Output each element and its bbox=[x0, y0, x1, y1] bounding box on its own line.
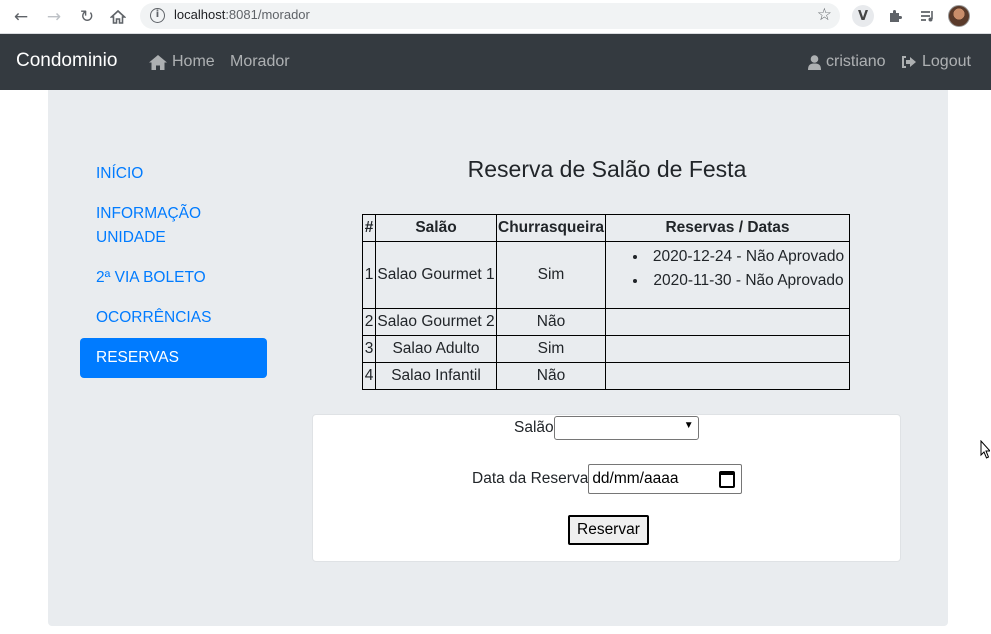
brand-logo[interactable]: Condominio bbox=[16, 50, 117, 72]
vue-devtools-extension-icon[interactable]: V bbox=[852, 5, 874, 27]
url-text: localhost:8081/morador bbox=[174, 7, 310, 22]
page-title: Reserva de Salão de Festa bbox=[467, 156, 747, 182]
reservation-form: Salão ▼ Data da Reserva dd/mm/aaaa Reser… bbox=[312, 414, 901, 562]
list-item: 2020-12-24 - Não Aprovado bbox=[648, 245, 849, 269]
sidebar-item-2via-boleto[interactable]: 2ª VIA BOLETO bbox=[80, 266, 267, 290]
chevron-down-icon: ▼ bbox=[683, 420, 694, 431]
sidebar-item-reservas[interactable]: RESERVAS bbox=[80, 338, 267, 378]
cell-reservas bbox=[605, 362, 850, 390]
nav-logout[interactable]: Logout bbox=[901, 53, 971, 71]
cell-reservas: 2020-12-24 - Não Aprovado 2020-11-30 - N… bbox=[605, 241, 850, 309]
salao-select[interactable]: ▼ bbox=[553, 416, 699, 440]
col-header-churrasqueira: Churrasqueira bbox=[496, 214, 606, 242]
mouse-cursor-icon bbox=[980, 440, 990, 459]
back-arrow-icon[interactable]: ← bbox=[8, 4, 34, 30]
cell-num: 4 bbox=[362, 362, 376, 390]
salao-field-row: Salão ▼ bbox=[514, 416, 699, 440]
cell-churrasqueira: Não bbox=[496, 362, 606, 390]
user-icon bbox=[808, 54, 821, 70]
calendar-icon[interactable] bbox=[719, 471, 736, 488]
browser-toolbar: ← → ↻ i localhost:8081/morador ☆ V bbox=[0, 0, 991, 34]
home-icon bbox=[149, 54, 167, 70]
reservation-list: 2020-12-24 - Não Aprovado 2020-11-30 - N… bbox=[606, 245, 849, 293]
bookmark-star-icon[interactable]: ☆ bbox=[817, 5, 832, 25]
nav-logout-label: Logout bbox=[922, 53, 971, 70]
media-queue-icon[interactable] bbox=[916, 5, 938, 27]
nav-home-label: Home bbox=[172, 53, 215, 70]
cell-salao: Salao Adulto bbox=[375, 335, 497, 363]
cell-reservas bbox=[605, 308, 850, 336]
cell-salao: Salao Gourmet 1 bbox=[375, 241, 497, 309]
sidebar-item-ocorrencias[interactable]: OCORRÊNCIAS bbox=[80, 306, 267, 330]
cell-churrasqueira: Sim bbox=[496, 241, 606, 309]
cell-num: 3 bbox=[362, 335, 376, 363]
nav-home[interactable]: Home bbox=[149, 53, 215, 71]
col-header-num: # bbox=[362, 214, 376, 242]
sidebar-item-inicio[interactable]: INÍCIO bbox=[80, 162, 267, 186]
table-row: 3 Salao Adulto Sim bbox=[362, 335, 850, 363]
cell-num: 2 bbox=[362, 308, 376, 336]
table-row: 4 Salao Infantil Não bbox=[362, 362, 850, 390]
nav-morador[interactable]: Morador bbox=[230, 53, 290, 71]
extensions-puzzle-icon[interactable] bbox=[884, 5, 906, 27]
reload-icon[interactable]: ↻ bbox=[74, 4, 100, 30]
cell-reservas bbox=[605, 335, 850, 363]
col-header-reservas: Reservas / Datas bbox=[605, 214, 850, 242]
cell-salao: Salao Gourmet 2 bbox=[375, 308, 497, 336]
table-header-row: # Salão Churrasqueira Reservas / Datas bbox=[362, 214, 850, 242]
site-info-icon[interactable]: i bbox=[150, 8, 165, 23]
salao-label: Salão bbox=[514, 419, 554, 436]
nav-user[interactable]: cristiano bbox=[808, 53, 886, 71]
cell-churrasqueira: Não bbox=[496, 308, 606, 336]
date-label: Data da Reserva bbox=[472, 470, 589, 487]
home-icon[interactable] bbox=[105, 4, 131, 30]
main-panel: INÍCIO INFORMAÇÃO UNIDADE 2ª VIA BOLETO … bbox=[48, 90, 948, 626]
table-row: 2 Salao Gourmet 2 Não bbox=[362, 308, 850, 336]
sidebar-item-informacao-unidade[interactable]: INFORMAÇÃO UNIDADE bbox=[80, 202, 267, 250]
list-item: 2020-11-30 - Não Aprovado bbox=[648, 269, 849, 293]
logout-icon bbox=[902, 56, 916, 68]
profile-avatar[interactable] bbox=[948, 5, 970, 27]
nav-user-label: cristiano bbox=[826, 53, 886, 70]
cell-salao: Salao Infantil bbox=[375, 362, 497, 390]
reservar-button[interactable]: Reservar bbox=[568, 515, 649, 545]
nav-morador-label: Morador bbox=[230, 53, 290, 70]
reservations-table: # Salão Churrasqueira Reservas / Datas 1… bbox=[362, 214, 850, 390]
table-row: 1 Salao Gourmet 1 Sim 2020-12-24 - Não A… bbox=[362, 241, 850, 309]
cell-num: 1 bbox=[362, 241, 376, 309]
date-placeholder: dd/mm/aaaa bbox=[592, 470, 679, 487]
date-input[interactable]: dd/mm/aaaa bbox=[588, 464, 743, 494]
forward-arrow-icon[interactable]: → bbox=[41, 4, 67, 30]
submit-row: Reservar bbox=[568, 515, 649, 545]
col-header-salao: Salão bbox=[375, 214, 497, 242]
date-field-row: Data da Reserva dd/mm/aaaa bbox=[472, 464, 743, 494]
address-bar[interactable]: i localhost:8081/morador ☆ bbox=[140, 3, 840, 29]
app-navbar: Condominio Home Morador cristiano Logout bbox=[0, 34, 991, 90]
cell-churrasqueira: Sim bbox=[496, 335, 606, 363]
